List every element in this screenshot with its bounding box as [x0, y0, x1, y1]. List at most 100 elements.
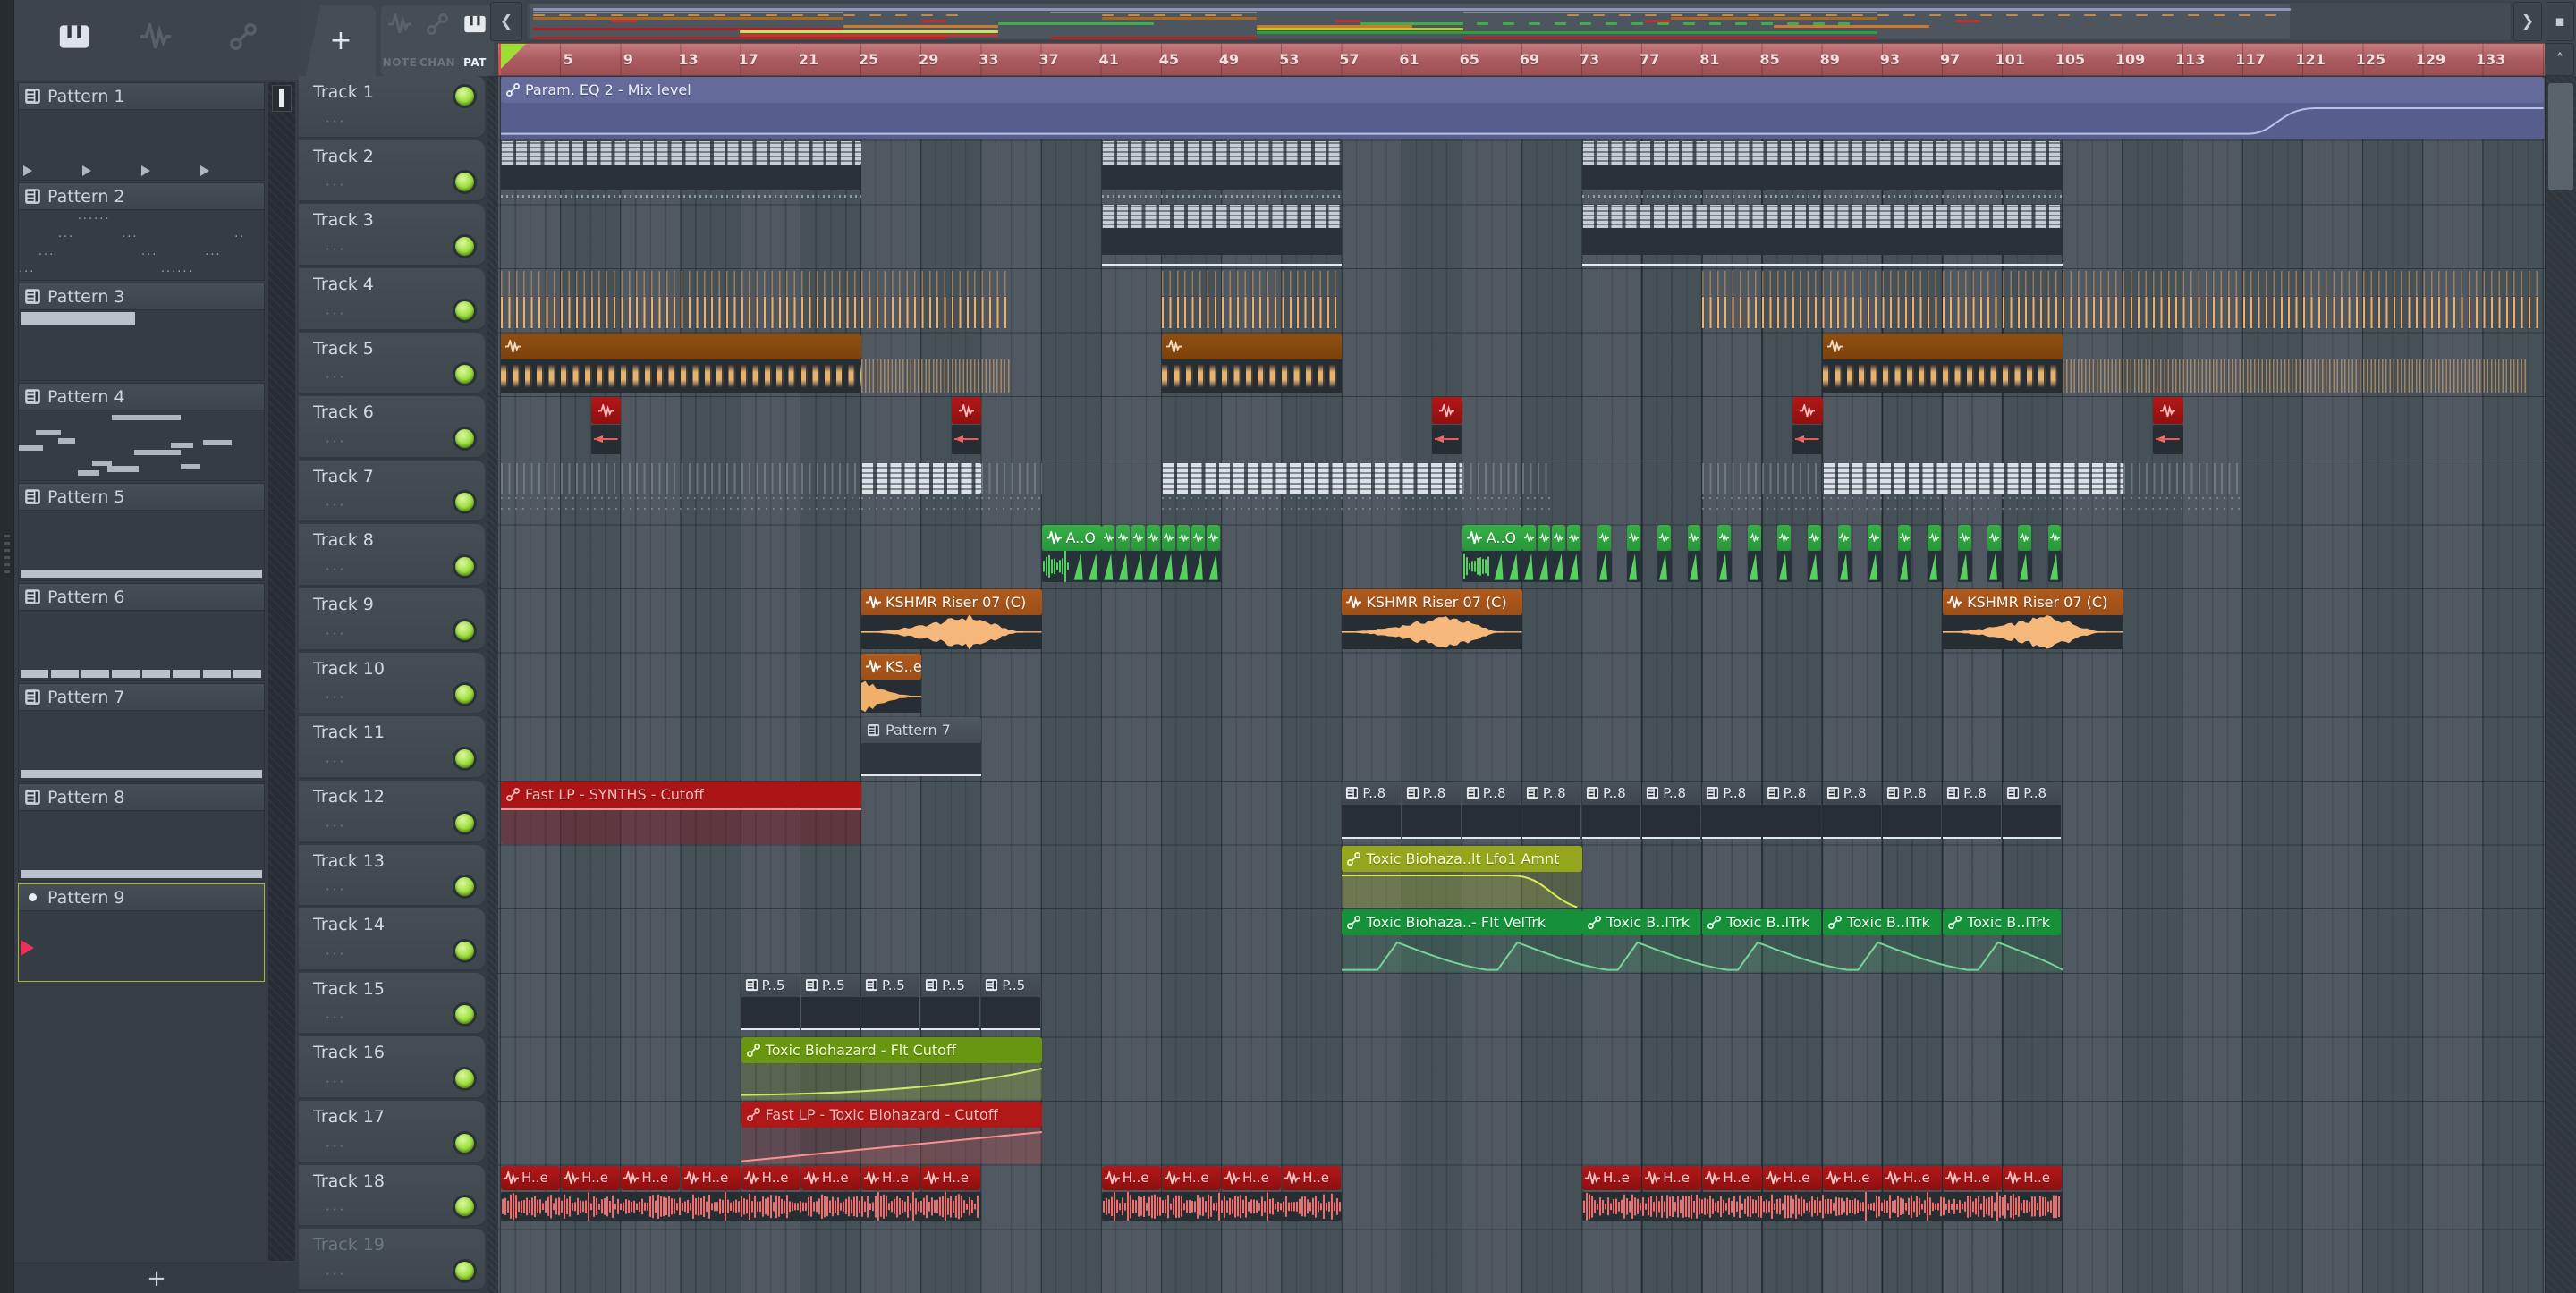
mute-led[interactable] [455, 941, 474, 960]
clip-audio-single[interactable] [1657, 525, 1673, 587]
pattern-run-cell[interactable]: P..8 [1822, 781, 1881, 839]
clip-audio-single[interactable] [1928, 525, 1943, 587]
clip-header[interactable]: H..e [1943, 1165, 2003, 1190]
mute-led[interactable] [455, 173, 474, 192]
clip-audio-decay[interactable]: KS..e [861, 653, 922, 716]
clip-audio-green[interactable]: A..O [1462, 525, 1522, 552]
clip-pattern-blocks[interactable] [501, 140, 862, 204]
scroll-up-button[interactable]: ˄ [2546, 43, 2574, 76]
pattern-run-cell[interactable]: P..5 [981, 973, 1040, 1031]
clip-pattern-dim[interactable] [501, 461, 862, 520]
clip-audio-run[interactable]: H..e H..e H..e H..e H..e H..e H..e H..e [501, 1165, 982, 1229]
pattern-run-cell[interactable]: P..8 [1642, 781, 1701, 839]
track-row[interactable]: Track 5 ··· [299, 332, 485, 395]
pattern-item-header[interactable]: Pattern 4 [19, 384, 264, 410]
track-row[interactable]: Track 1 ··· [299, 76, 485, 139]
pattern-run-cell[interactable]: P..8 [2003, 781, 2062, 839]
mini-audio-clip[interactable] [1897, 525, 1911, 552]
clip-header[interactable]: H..e [621, 1165, 681, 1190]
pattern-item-header[interactable]: Pattern 8 [19, 784, 264, 811]
clip-pattern-dim[interactable] [1702, 461, 1823, 520]
track-options-dots[interactable]: ··· [326, 306, 346, 322]
pattern-item-header[interactable]: Pattern 5 [19, 484, 264, 511]
mini-audio-clip[interactable] [1657, 525, 1671, 552]
clip-automation[interactable]: Fast LP - Toxic Biohazard - Cutoff [741, 1102, 1042, 1164]
pattern-item-header[interactable]: Pattern 2 [19, 183, 264, 210]
clip-note-stripes[interactable] [1702, 269, 2544, 330]
track-options-dots[interactable]: ··· [326, 497, 346, 513]
track-options-dots[interactable]: ··· [326, 946, 346, 962]
clip-audio-run[interactable]: H..e H..e H..e H..e [1101, 1165, 1343, 1229]
clip-pattern-blocks[interactable] [1582, 140, 2063, 204]
clip-audio-stub[interactable] [590, 397, 622, 460]
clip-audio-single[interactable] [1837, 525, 1853, 587]
clip-audio-stub[interactable] [1792, 397, 1823, 460]
track-row[interactable]: Track 19 ··· [299, 1229, 485, 1291]
scroll-right-button[interactable]: ❯ [2513, 2, 2542, 41]
clip-automation[interactable]: Toxic Biohazard - Flt Cutoff [741, 1037, 1042, 1101]
mute-led[interactable] [455, 1197, 474, 1217]
track-options-dots[interactable]: ··· [326, 754, 346, 770]
pattern-item[interactable]: Pattern 9 [18, 883, 265, 982]
clip-header[interactable]: H..e [861, 1165, 921, 1190]
clip-pattern-blocks[interactable] [1582, 205, 2063, 267]
clip-audio-single[interactable] [1597, 525, 1613, 587]
pattern-item[interactable]: Pattern 4 [18, 383, 265, 481]
clip-audio-single[interactable] [1747, 525, 1763, 587]
clip-header[interactable]: H..e [1702, 1165, 1762, 1190]
pattern-run-cell[interactable]: P..8 [1943, 781, 2002, 839]
pattern-run-cell[interactable]: P..8 [1342, 781, 1401, 839]
track-options-dots[interactable]: ··· [326, 562, 346, 578]
clip-pattern-dim[interactable] [2123, 461, 2243, 520]
clip-audio-single[interactable] [1807, 525, 1823, 587]
clip-header[interactable]: H..e [561, 1165, 621, 1190]
clip-audio-riser[interactable]: KSHMR Riser 07 (C) [861, 589, 1042, 652]
mini-audio-clip[interactable] [1777, 525, 1792, 552]
minimap-options-button[interactable]: ▪ [2546, 2, 2574, 41]
track-options-dots[interactable]: ··· [326, 369, 346, 385]
clip-audio-single[interactable] [1897, 525, 1913, 587]
clip-header[interactable]: H..e [1222, 1165, 1282, 1190]
link-icon[interactable] [227, 23, 259, 50]
mute-led[interactable] [455, 557, 474, 577]
clip-pattern[interactable]: Pattern 7 [861, 717, 982, 780]
clip-audio-single[interactable] [2018, 525, 2033, 587]
playhead-flag[interactable] [499, 44, 526, 71]
track-options-dots[interactable]: ··· [326, 626, 346, 642]
clip-pattern-bright[interactable] [1161, 461, 1462, 520]
mini-audio-clip[interactable] [1747, 525, 1761, 552]
clip-header[interactable]: H..e [1282, 1165, 1342, 1190]
pattern-run-cell[interactable]: P..8 [1582, 781, 1641, 839]
track-row[interactable]: Track 10 ··· [299, 652, 485, 715]
mini-audio-clip[interactable] [1131, 525, 1146, 552]
add-track-tab[interactable]: + [306, 5, 376, 76]
pattern-list-scrollbar[interactable] [268, 82, 295, 1261]
track-options-dots[interactable]: ··· [326, 1202, 346, 1218]
scroll-left-button[interactable]: ❮ [490, 2, 522, 41]
pattern-run-cell[interactable]: P..5 [801, 973, 860, 1031]
mini-audio-clip[interactable] [1176, 525, 1191, 552]
track-row[interactable]: Track 17 ··· [299, 1101, 485, 1163]
mini-audio-clip[interactable] [1957, 525, 1971, 552]
pattern-item-header[interactable]: Pattern 3 [19, 283, 264, 310]
wave-icon[interactable] [140, 23, 172, 50]
panel-drag-handle[interactable] [4, 535, 10, 576]
clip-header[interactable]: H..e [1101, 1165, 1161, 1190]
track-options-dots[interactable]: ··· [326, 1010, 346, 1026]
mini-audio-clip[interactable] [1552, 525, 1566, 552]
clip-note-stripes[interactable] [501, 269, 1012, 330]
track-row[interactable]: Track 15 ··· [299, 972, 485, 1035]
add-pattern-button[interactable]: + [14, 1263, 299, 1293]
clip-automation[interactable]: Param. EQ 2 - Mix level [501, 77, 2544, 139]
track-options-dots[interactable]: ··· [326, 241, 346, 258]
pattern-run-cell[interactable]: P..5 [741, 973, 800, 1031]
mute-led[interactable] [455, 1133, 474, 1153]
mute-led[interactable] [455, 1005, 474, 1025]
mute-led[interactable] [455, 1069, 474, 1089]
track-options-dots[interactable]: ··· [326, 1266, 346, 1282]
pattern-item-header[interactable]: Pattern 7 [19, 684, 264, 711]
clip-audio[interactable] [1161, 333, 1343, 396]
pattern-run-cell[interactable]: P..8 [1762, 781, 1821, 839]
mini-audio-clip[interactable] [1116, 525, 1131, 552]
clip-header[interactable]: H..e [1762, 1165, 1822, 1190]
